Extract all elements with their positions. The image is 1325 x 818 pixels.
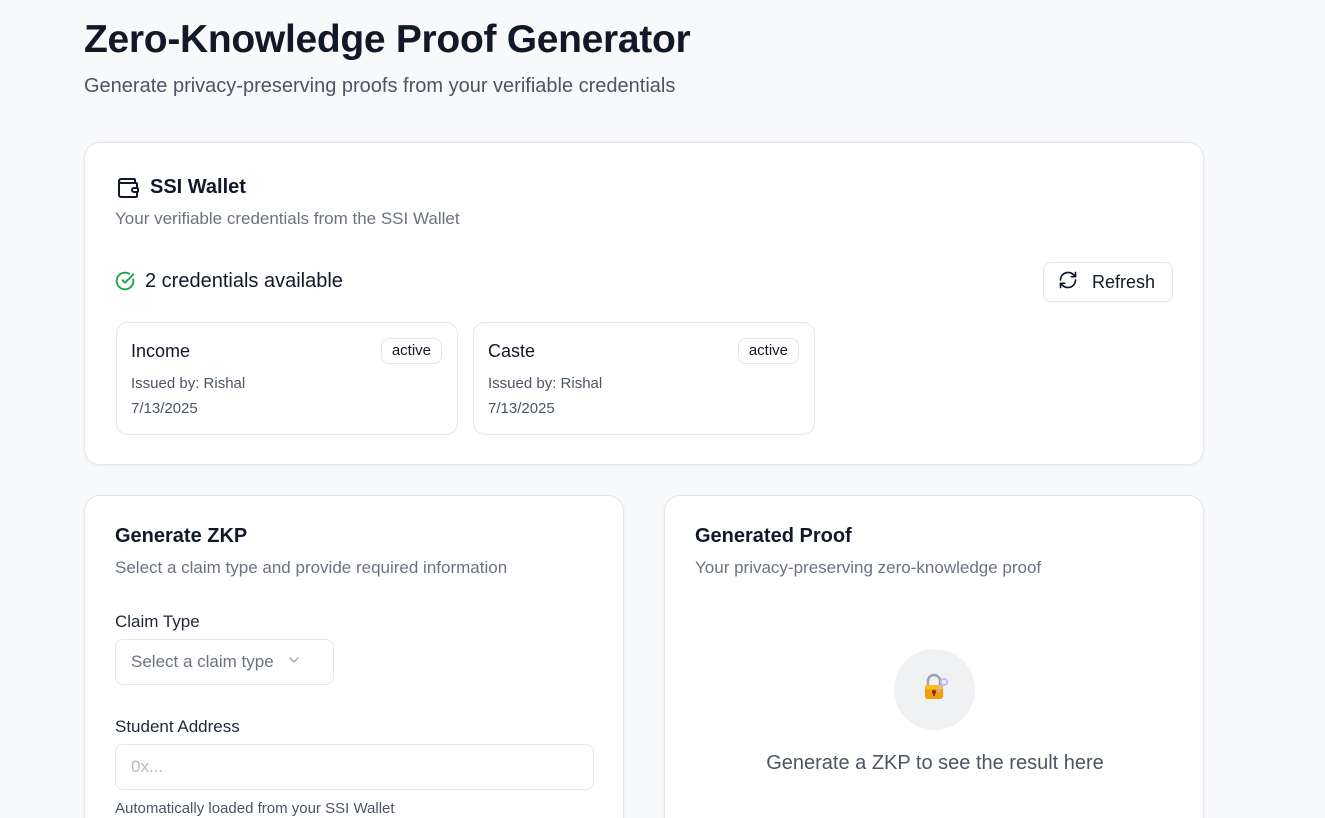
credential-issuer: Issued by: Rishal bbox=[131, 375, 246, 392]
credential-date: 7/13/2025 bbox=[488, 400, 555, 417]
wallet-icon bbox=[116, 176, 140, 200]
credentials-count: 2 credentials available bbox=[145, 270, 343, 292]
refresh-label: Refresh bbox=[1092, 271, 1156, 292]
claim-type-label: Claim Type bbox=[115, 612, 200, 631]
chevron-down-icon bbox=[286, 652, 302, 673]
generate-zkp-description: Select a claim type and provide required… bbox=[115, 558, 508, 577]
credential-name: Caste bbox=[488, 341, 536, 361]
student-address-label: Student Address bbox=[115, 717, 240, 736]
check-circle-icon bbox=[115, 271, 135, 291]
status-badge: active bbox=[380, 338, 442, 364]
locked-with-key-icon bbox=[919, 671, 951, 708]
student-address-input[interactable] bbox=[115, 744, 594, 790]
page-title: Zero-Knowledge Proof Generator bbox=[84, 18, 691, 61]
proof-empty-state: Generate a ZKP to see the result here bbox=[766, 752, 1104, 774]
lock-placeholder bbox=[894, 649, 975, 730]
credential-issuer: Issued by: Rishal bbox=[488, 375, 603, 392]
ssi-wallet-card: SSI Wallet Your verifiable credentials f… bbox=[84, 142, 1204, 465]
generate-zkp-title: Generate ZKP bbox=[115, 525, 248, 547]
student-address-help: Automatically loaded from your SSI Walle… bbox=[115, 800, 395, 817]
generated-proof-title: Generated Proof bbox=[695, 525, 852, 547]
claim-type-placeholder: Select a claim type bbox=[131, 652, 274, 671]
credential-card-income[interactable]: Income active Issued by: Rishal 7/13/202… bbox=[116, 322, 458, 435]
generated-proof-description: Your privacy-preserving zero-knowledge p… bbox=[695, 558, 1042, 577]
claim-type-select[interactable]: Select a claim type bbox=[115, 639, 334, 685]
credential-name: Income bbox=[131, 341, 191, 361]
wallet-description: Your verifiable credentials from the SSI… bbox=[115, 209, 460, 228]
refresh-button[interactable]: Refresh bbox=[1043, 262, 1173, 302]
refresh-icon bbox=[1058, 270, 1078, 295]
wallet-title: SSI Wallet bbox=[150, 176, 246, 198]
credential-card-caste[interactable]: Caste active Issued by: Rishal 7/13/2025 bbox=[473, 322, 815, 435]
generate-zkp-card: Generate ZKP Select a claim type and pro… bbox=[84, 495, 624, 818]
credential-date: 7/13/2025 bbox=[131, 400, 198, 417]
generated-proof-card: Generated Proof Your privacy-preserving … bbox=[664, 495, 1204, 818]
page-subtitle: Generate privacy-preserving proofs from … bbox=[84, 75, 676, 97]
status-badge: active bbox=[737, 338, 799, 364]
